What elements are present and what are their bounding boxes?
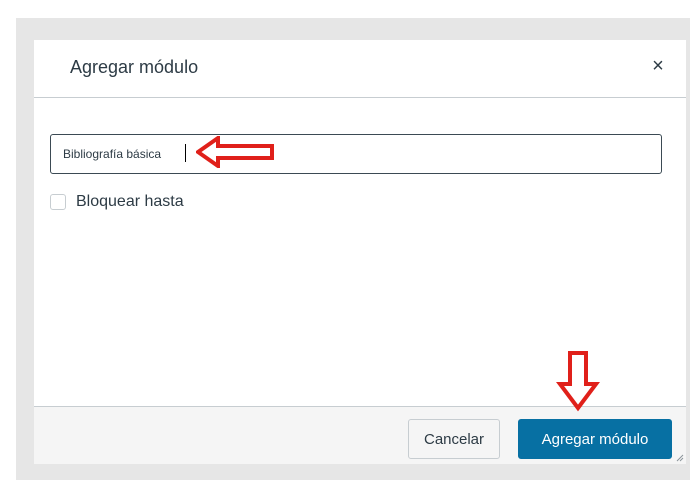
lock-until-row[interactable]: Bloquear hasta [50,192,184,212]
dialog-footer: Cancelar Agregar módulo [34,406,686,464]
close-icon: × [652,55,664,77]
dialog-title: Agregar módulo [70,57,199,77]
text-cursor [185,144,186,162]
dialog-header: Agregar módulo × [34,40,686,98]
module-name-input[interactable] [50,134,662,174]
lock-until-checkbox[interactable] [50,194,66,210]
add-module-dialog: Agregar módulo × Bloquear hasta Cancelar… [34,40,686,464]
dialog-body: Bloquear hasta [34,98,686,406]
cancel-button[interactable]: Cancelar [408,419,500,459]
close-button[interactable]: × [646,54,670,78]
lock-until-label[interactable]: Bloquear hasta [76,193,184,211]
resize-grip-icon[interactable] [676,454,684,462]
add-module-button[interactable]: Agregar módulo [518,419,672,459]
